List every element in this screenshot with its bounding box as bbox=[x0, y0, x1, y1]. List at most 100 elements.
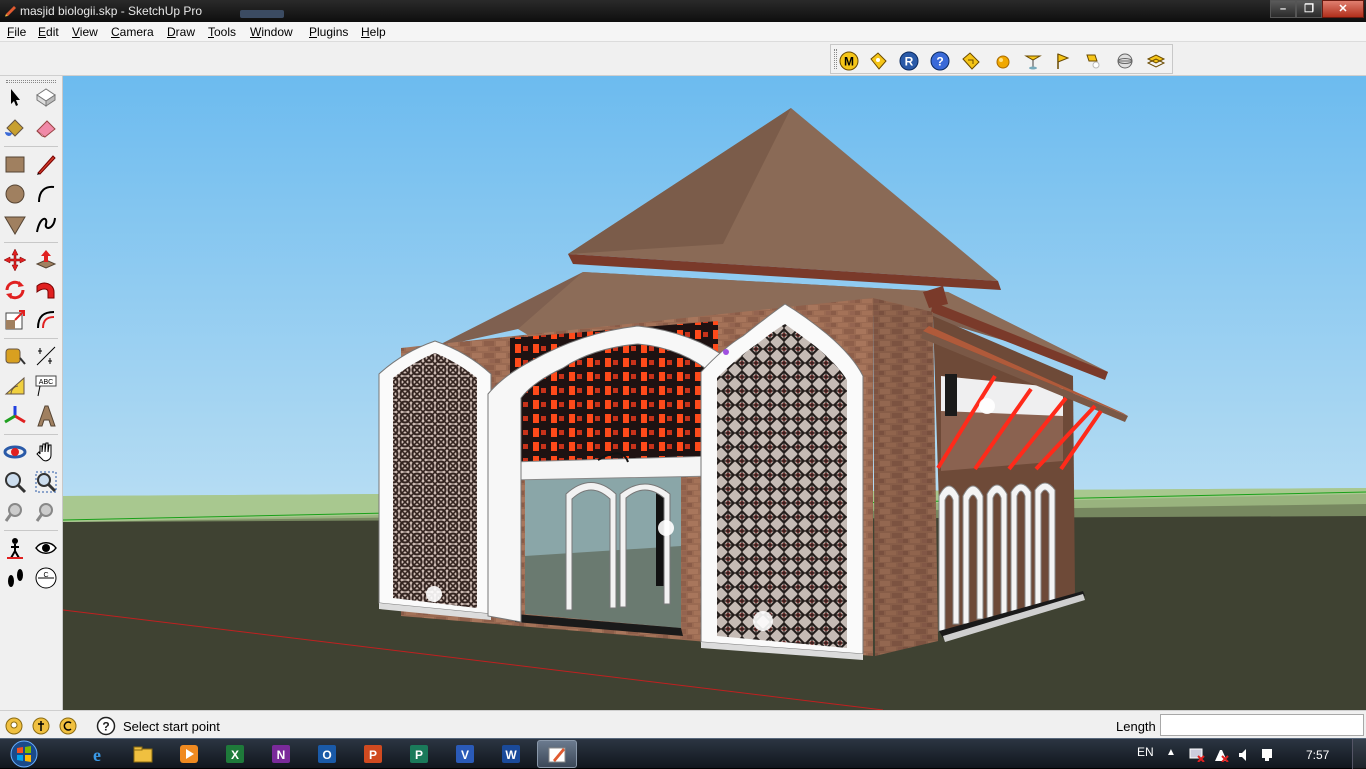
display-icon[interactable] bbox=[1260, 748, 1274, 762]
pan-icon[interactable] bbox=[34, 440, 58, 464]
protractor-icon[interactable] bbox=[3, 374, 27, 398]
title-bar[interactable]: masjid biologii.skp - SketchUp Pro – ❐ ✕ bbox=[0, 0, 1366, 22]
m-badge-label: M bbox=[844, 55, 854, 69]
make-component-icon[interactable] bbox=[34, 85, 58, 109]
freehand-icon[interactable] bbox=[34, 212, 58, 236]
clock[interactable]: 7:57 bbox=[1306, 748, 1329, 762]
scale-icon[interactable] bbox=[3, 308, 27, 332]
network-icon[interactable] bbox=[1189, 748, 1205, 762]
rotate-icon[interactable] bbox=[3, 278, 27, 302]
onenote-icon[interactable]: N bbox=[270, 743, 292, 765]
circle-icon[interactable] bbox=[3, 182, 27, 206]
svg-text:W: W bbox=[505, 748, 517, 762]
svg-text:N: N bbox=[277, 748, 286, 762]
position-camera-icon[interactable] bbox=[3, 536, 27, 560]
outlook-icon[interactable]: O bbox=[316, 743, 338, 765]
plugin-toolbar: M R ? bbox=[830, 44, 1173, 74]
media-player-icon[interactable] bbox=[178, 743, 200, 765]
left-toolbar: ABC C bbox=[0, 76, 63, 710]
status-hint: Select start point bbox=[123, 719, 220, 734]
credits-icon[interactable] bbox=[31, 716, 51, 736]
orbit-icon[interactable] bbox=[3, 440, 27, 464]
toolbar-grip[interactable] bbox=[834, 49, 837, 69]
toolbar-separator bbox=[4, 434, 58, 435]
sphere-icon[interactable] bbox=[1115, 51, 1135, 71]
walk-icon[interactable] bbox=[3, 566, 27, 590]
measurements-input[interactable] bbox=[1160, 714, 1364, 736]
tape-measure-icon[interactable] bbox=[3, 344, 27, 368]
axes-icon[interactable] bbox=[3, 404, 27, 428]
publisher-icon[interactable]: P bbox=[408, 743, 430, 765]
m-badge-icon[interactable]: M bbox=[839, 51, 859, 71]
menu-draw[interactable]: Draw bbox=[167, 25, 195, 39]
rectangle-icon[interactable] bbox=[3, 152, 27, 176]
minimize-button[interactable]: – bbox=[1270, 0, 1296, 18]
tray-expand-icon[interactable]: ▲ bbox=[1166, 747, 1176, 758]
copyright-icon[interactable] bbox=[58, 716, 78, 736]
offset-icon[interactable] bbox=[34, 308, 58, 332]
instructor-help-icon[interactable]: ? bbox=[96, 716, 116, 736]
volume-icon[interactable] bbox=[1238, 748, 1252, 762]
select-icon[interactable] bbox=[3, 85, 27, 109]
window-title: masjid biologii.skp - SketchUp Pro bbox=[20, 4, 203, 18]
zoom-icon[interactable] bbox=[3, 470, 27, 494]
3d-text-icon[interactable] bbox=[34, 404, 58, 428]
dimension-icon[interactable] bbox=[34, 344, 58, 368]
look-around-icon[interactable] bbox=[34, 536, 58, 560]
menu-plugins[interactable]: Plugins bbox=[309, 25, 348, 39]
close-button[interactable]: ✕ bbox=[1322, 0, 1364, 18]
light-icon[interactable] bbox=[1083, 51, 1103, 71]
menu-window[interactable]: Window bbox=[250, 25, 293, 39]
follow-me-icon[interactable] bbox=[34, 278, 58, 302]
pin-icon[interactable] bbox=[1023, 51, 1043, 71]
paint-bucket-icon[interactable] bbox=[3, 116, 27, 140]
maximize-button[interactable]: ❐ bbox=[1296, 0, 1322, 18]
component-tag-icon[interactable] bbox=[868, 51, 888, 71]
zoom-window-icon[interactable] bbox=[34, 470, 58, 494]
menu-bar: File Edit View Camera Draw Tools Window … bbox=[0, 22, 1366, 42]
powerpoint-icon[interactable]: P bbox=[362, 743, 384, 765]
flag-icon[interactable] bbox=[1052, 51, 1072, 71]
section-plane-icon[interactable]: C bbox=[34, 566, 58, 590]
geo-location-icon[interactable] bbox=[4, 716, 24, 736]
r-badge-label: R bbox=[905, 55, 914, 69]
next-view-icon[interactable] bbox=[34, 500, 58, 524]
arc-icon[interactable] bbox=[34, 182, 58, 206]
menu-view[interactable]: View bbox=[72, 25, 98, 39]
help-badge-icon[interactable]: ? bbox=[930, 51, 950, 71]
language-indicator[interactable]: EN bbox=[1137, 745, 1154, 759]
file-explorer-icon[interactable] bbox=[132, 743, 154, 765]
section-icon[interactable] bbox=[1146, 51, 1166, 71]
toolbar-grip[interactable] bbox=[6, 80, 56, 83]
move-icon[interactable] bbox=[3, 248, 27, 272]
svg-text:?: ? bbox=[102, 720, 109, 734]
r-badge-icon[interactable]: R bbox=[899, 51, 919, 71]
model-scene[interactable] bbox=[63, 76, 1366, 710]
action-center-icon[interactable] bbox=[1213, 748, 1229, 762]
polygon-icon[interactable] bbox=[3, 212, 27, 236]
line-icon[interactable] bbox=[34, 152, 58, 176]
menu-help[interactable]: Help bbox=[361, 25, 386, 39]
top-toolbar: M R ? bbox=[0, 42, 1366, 76]
visio-icon[interactable]: V bbox=[454, 743, 476, 765]
menu-tools[interactable]: Tools bbox=[208, 25, 236, 39]
push-pull-icon[interactable] bbox=[34, 248, 58, 272]
ruby-console-icon[interactable] bbox=[961, 51, 981, 71]
orange-sphere-icon[interactable] bbox=[993, 51, 1013, 71]
previous-view-icon[interactable] bbox=[3, 500, 27, 524]
drawing-viewport[interactable] bbox=[63, 76, 1366, 710]
excel-icon[interactable]: X bbox=[224, 743, 246, 765]
menu-camera[interactable]: Camera bbox=[111, 25, 154, 39]
svg-text:O: O bbox=[322, 748, 331, 762]
toolbar-separator bbox=[4, 242, 58, 243]
start-button[interactable] bbox=[4, 740, 44, 768]
menu-edit[interactable]: Edit bbox=[38, 25, 59, 39]
sketchup-icon bbox=[548, 747, 566, 763]
text-icon[interactable]: ABC bbox=[34, 374, 58, 398]
internet-explorer-icon[interactable]: e bbox=[86, 743, 108, 765]
word-icon[interactable]: W bbox=[500, 743, 522, 765]
menu-file[interactable]: File bbox=[7, 25, 26, 39]
sketchup-taskbar-button[interactable] bbox=[537, 740, 577, 768]
show-desktop-button[interactable] bbox=[1352, 739, 1366, 769]
eraser-icon[interactable] bbox=[34, 116, 58, 140]
